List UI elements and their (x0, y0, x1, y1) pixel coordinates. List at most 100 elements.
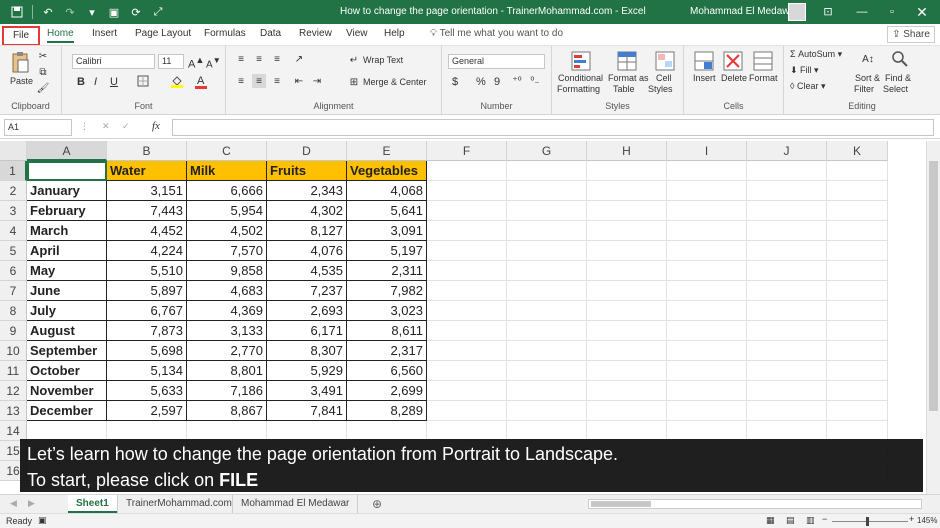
table-cell[interactable]: 8,801 (187, 361, 267, 381)
grid-cell[interactable] (427, 201, 507, 221)
avatar[interactable] (788, 3, 806, 21)
grid-cell[interactable] (427, 361, 507, 381)
table-cell[interactable]: 5,510 (107, 261, 187, 281)
autosum-button[interactable]: Σ AutoSum ▾ (790, 49, 842, 60)
tab-page-layout[interactable]: Page Layout (135, 28, 191, 39)
tab-review[interactable]: Review (299, 28, 332, 39)
next-sheet-icon[interactable]: ▶ (28, 498, 35, 509)
macro-record-icon[interactable]: ▣ (38, 515, 47, 526)
decrease-decimal-icon[interactable]: ⁰₋ (528, 74, 542, 88)
grid-cell[interactable] (347, 421, 427, 441)
redo-icon[interactable]: ↷ (61, 3, 79, 21)
column-header[interactable]: E (347, 141, 427, 161)
grid-cell[interactable] (667, 381, 747, 401)
table-cell[interactable]: 7,570 (187, 241, 267, 261)
table-cell[interactable]: 2,699 (347, 381, 427, 401)
column-header[interactable]: D (267, 141, 347, 161)
scroll-thumb[interactable] (929, 161, 938, 411)
insert-cells-icon[interactable] (693, 50, 715, 72)
table-row-label[interactable]: June (27, 281, 107, 301)
cell-styles-label1[interactable]: Cell (656, 73, 672, 83)
grid-cell[interactable] (587, 381, 667, 401)
vertical-scrollbar[interactable] (926, 141, 940, 494)
sheet-tab[interactable]: TrainerMohammad.com (117, 495, 240, 513)
row-header[interactable]: 12 (0, 381, 27, 401)
table-cell[interactable]: 6,560 (347, 361, 427, 381)
find-select-icon[interactable] (890, 49, 910, 69)
table-cell[interactable]: 5,954 (187, 201, 267, 221)
table-cell[interactable]: 5,633 (107, 381, 187, 401)
fill-color-icon[interactable] (169, 74, 185, 88)
page-break-view-icon[interactable]: ▥ (806, 515, 815, 526)
grid-cell[interactable] (587, 161, 667, 181)
grid-cell[interactable] (507, 401, 587, 421)
grid-cell[interactable] (667, 201, 747, 221)
fullscreen-icon[interactable]: ⤢ (149, 3, 167, 21)
grid-cell[interactable] (587, 341, 667, 361)
table-cell[interactable]: 6,171 (267, 321, 347, 341)
grid-cell[interactable] (747, 281, 827, 301)
grid-cell[interactable] (747, 381, 827, 401)
grid-cell[interactable] (667, 301, 747, 321)
tab-data[interactable]: Data (260, 28, 281, 39)
grid-cell[interactable] (27, 421, 107, 441)
row-header[interactable]: 3 (0, 201, 27, 221)
grid-cell[interactable] (747, 201, 827, 221)
fill-button[interactable]: ⬇ Fill ▾ (790, 65, 819, 76)
grid-cell[interactable] (427, 321, 507, 341)
italic-button[interactable]: I (94, 76, 97, 88)
delete-cells-button[interactable]: Delete (721, 73, 747, 83)
grid-cell[interactable] (187, 421, 267, 441)
grid-cell[interactable] (667, 241, 747, 261)
table-cell[interactable]: 7,237 (267, 281, 347, 301)
restore-icon[interactable]: ⊡ (814, 2, 842, 22)
delete-cells-icon[interactable] (722, 50, 744, 72)
table-row-label[interactable]: January (27, 181, 107, 201)
grid-cell[interactable] (507, 421, 587, 441)
zoom-out-icon[interactable]: − (822, 514, 827, 524)
grid-cell[interactable] (507, 341, 587, 361)
grid-cell[interactable] (507, 161, 587, 181)
grid-cell[interactable] (667, 281, 747, 301)
cancel-icon[interactable]: ✕ (102, 121, 110, 132)
horizontal-scrollbar[interactable] (588, 499, 922, 509)
table-row-label[interactable]: April (27, 241, 107, 261)
grid-cell[interactable] (507, 261, 587, 281)
tab-view[interactable]: View (346, 28, 368, 39)
font-color-icon[interactable]: A (193, 73, 209, 89)
wrap-text-button[interactable]: Wrap Text (363, 55, 403, 65)
grid-cell[interactable] (747, 421, 827, 441)
sheet-tab[interactable]: Mohammad El Medawar (232, 495, 359, 513)
grid-cell[interactable] (587, 401, 667, 421)
save-icon[interactable] (8, 3, 26, 21)
horizontal-scroll-thumb[interactable] (591, 501, 651, 507)
grid-cell[interactable] (587, 221, 667, 241)
grid-cell[interactable] (667, 361, 747, 381)
table-header-cell[interactable]: Water (107, 161, 187, 181)
format-as-table-icon[interactable] (616, 50, 638, 72)
prev-sheet-icon[interactable]: ◀ (10, 498, 17, 509)
column-header[interactable]: I (667, 141, 747, 161)
add-sheet-icon[interactable]: ⊕ (372, 497, 382, 511)
maximize-icon[interactable]: ▫ (878, 2, 906, 22)
table-cell[interactable]: 5,641 (347, 201, 427, 221)
find-select-label1[interactable]: Find & (885, 73, 911, 83)
grid-cell[interactable] (827, 321, 888, 341)
zoom-slider[interactable] (832, 517, 908, 526)
table-cell[interactable]: 8,127 (267, 221, 347, 241)
table-cell[interactable]: 4,502 (187, 221, 267, 241)
grid-cell[interactable] (507, 321, 587, 341)
grid-cell[interactable] (827, 381, 888, 401)
grid-cell[interactable] (587, 421, 667, 441)
tab-insert[interactable]: Insert (92, 28, 117, 39)
grid-cell[interactable] (107, 421, 187, 441)
clear-button[interactable]: ◊ Clear ▾ (790, 81, 826, 92)
grid-cell[interactable] (587, 181, 667, 201)
increase-indent-icon[interactable]: ⇥ (310, 74, 324, 88)
table-row-label[interactable]: March (27, 221, 107, 241)
column-header[interactable]: K (827, 141, 888, 161)
user-name[interactable]: Mohammad El Medawar (690, 6, 798, 17)
table-header-cell[interactable]: Milk (187, 161, 267, 181)
grid-cell[interactable] (747, 181, 827, 201)
table-cell[interactable]: 5,929 (267, 361, 347, 381)
